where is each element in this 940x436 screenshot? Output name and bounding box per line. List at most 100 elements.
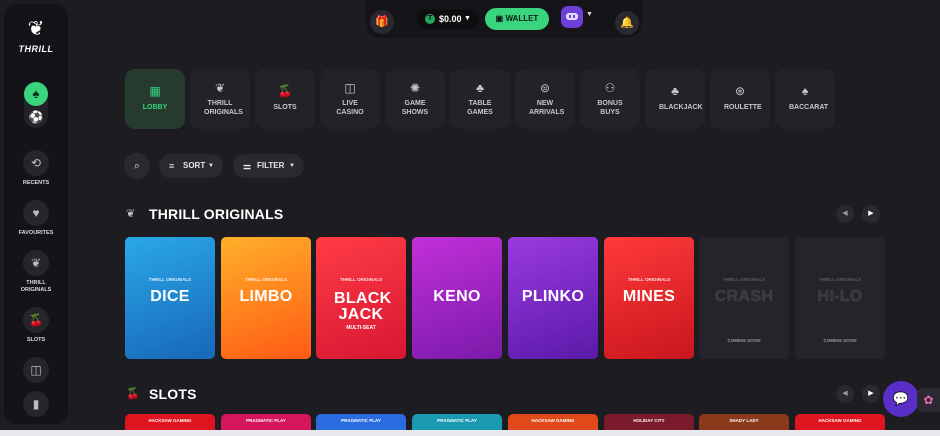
category-icon: ♣: [476, 81, 484, 95]
slots-next-arrow[interactable]: ▶: [862, 385, 880, 403]
sidebar-item-recents[interactable]: ⟲ RECENTS: [4, 150, 68, 187]
category-label: BONUS BUYS: [597, 100, 623, 116]
category-icon: ♣: [671, 84, 679, 98]
flower-icon: ✿: [923, 393, 934, 407]
tab-new-arrivals[interactable]: ⊜ NEW ARRIVALS: [515, 69, 575, 129]
tab-blackjack[interactable]: ♣ BLACKJACK: [645, 69, 705, 129]
tab-bonus-buys[interactable]: ⚇ BONUS BUYS: [580, 69, 640, 129]
game-card-mines[interactable]: THRILL ORIGINALS MINES: [604, 237, 694, 359]
balance-amount: $0.00: [439, 14, 462, 24]
slot-provider-label: HACKSAW GAMING: [818, 418, 862, 423]
search-button[interactable]: ⌕: [124, 153, 150, 179]
category-label: ROULETTE: [724, 104, 762, 111]
casino-sports-toggle[interactable]: ♠ ⚽: [24, 82, 48, 128]
casino-spade-icon[interactable]: ♠: [24, 82, 48, 106]
game-card-hi-lo[interactable]: THRILL ORIGINALS HI-LO COMING SOON: [795, 237, 885, 359]
chat-icon: 💬: [892, 391, 910, 406]
recents-icon: ⟲: [23, 150, 49, 176]
filter-button[interactable]: ⚌ FILTER ▼: [233, 154, 304, 178]
coming-soon-label: COMING SOON: [823, 338, 857, 343]
category-icon: ⊛: [734, 84, 746, 98]
game-card-provider: THRILL ORIGINALS: [244, 277, 288, 282]
chat-side-tab[interactable]: ✿: [917, 388, 940, 412]
category-icon: ⚇: [604, 81, 616, 95]
sidebar-item-label: RECENTS: [22, 180, 50, 186]
category-icon: ❦: [214, 81, 226, 95]
sidebar-item-favourites[interactable]: ♥ FAVOURITES: [4, 200, 68, 237]
slots-prev-arrow[interactable]: ◀: [836, 385, 854, 403]
category-label: GAME SHOWS: [401, 100, 429, 116]
slot-provider-label: HACKSAW GAMING: [148, 418, 192, 423]
slot-provider-label: PRAGMATIC PLAY: [341, 418, 381, 423]
category-label: TABLE GAMES: [467, 100, 493, 116]
originals-prev-arrow[interactable]: ◀: [836, 205, 854, 223]
cherry-icon: 🍒: [23, 307, 49, 333]
sort-label: SORT: [183, 161, 206, 170]
game-card-title: DICE: [150, 288, 190, 305]
game-card-provider: THRILL ORIGINALS: [627, 277, 671, 282]
category-label: LIVE CASINO: [336, 100, 364, 116]
sidebar-item-slots[interactable]: 🍒 SLOTS: [4, 307, 68, 344]
avatar-chevron-down-icon[interactable]: ▼: [586, 11, 593, 18]
brand-name: THRILL: [18, 44, 54, 54]
tab-table-games[interactable]: ♣ TABLE GAMES: [450, 69, 510, 129]
game-card-title: HI-LO: [817, 288, 863, 305]
sort-icon: ≡: [169, 161, 175, 171]
thrill-originals-icon: ❦: [126, 208, 136, 220]
tab-slots[interactable]: 🍒 SLOTS: [255, 69, 315, 129]
game-card-title: BLACK JACK: [334, 290, 392, 323]
brand-logo[interactable]: ❦ THRILL: [4, 18, 68, 54]
section-title-slots: SLOTS: [149, 386, 197, 402]
wallet-button[interactable]: ▣ WALLET: [485, 8, 549, 30]
game-card-keno[interactable]: KENO: [412, 237, 502, 359]
sidebar-item-label: SLOTS: [26, 337, 46, 343]
sidebar: ❦ THRILL ♠ ⚽ ⟲ RECENTS ♥ FAVOURITES ❦ TH…: [4, 4, 68, 424]
wallet-label: WALLET: [505, 14, 539, 23]
game-card-provider: THRILL ORIGINALS: [722, 277, 766, 282]
game-card-black-jack[interactable]: THRILL ORIGINALS BLACK JACK MULTI-SEAT: [316, 237, 406, 359]
game-card-crash[interactable]: THRILL ORIGINALS CRASH COMING SOON: [699, 237, 789, 359]
category-icon: ⊜: [539, 81, 551, 95]
avatar[interactable]: [561, 6, 583, 28]
filter-label: FILTER: [257, 161, 285, 170]
sidebar-item-live-casino[interactable]: ◫: [4, 357, 68, 383]
tab-thrill-originals[interactable]: ❦ THRILL ORIGINALS: [190, 69, 250, 129]
search-icon: ⌕: [133, 160, 141, 172]
cherry-icon: 🍒: [126, 388, 140, 400]
originals-next-arrow[interactable]: ▶: [862, 205, 880, 223]
sidebar-item-label: THRILL ORIGINALS: [20, 280, 52, 293]
tab-lobby[interactable]: ▦ LOBBY: [125, 69, 185, 129]
tab-game-shows[interactable]: ✺ GAME SHOWS: [385, 69, 445, 129]
game-card-provider: THRILL ORIGINALS: [148, 277, 192, 282]
category-icon: ✺: [409, 81, 421, 95]
section-title-originals: THRILL ORIGINALS: [149, 206, 284, 222]
tab-roulette[interactable]: ⊛ ROULETTE: [710, 69, 770, 129]
sort-button[interactable]: ≡ SORT ▼: [159, 154, 223, 178]
sports-ball-icon[interactable]: ⚽: [24, 106, 48, 128]
game-card-provider: THRILL ORIGINALS: [818, 277, 862, 282]
chevron-down-icon: ▼: [289, 163, 295, 169]
sidebar-item-game-shows[interactable]: ▮: [4, 391, 68, 417]
game-card-plinko[interactable]: PLINKO: [508, 237, 598, 359]
tab-baccarat[interactable]: ♠ BACCARAT: [775, 69, 835, 129]
filter-icon: ⚌: [243, 161, 252, 171]
slot-provider-label: PRAGMATIC PLAY: [437, 418, 477, 423]
chat-button[interactable]: 💬: [883, 381, 919, 417]
bell-icon[interactable]: 🔔: [615, 11, 639, 35]
category-icon: ♠: [801, 84, 809, 98]
coming-soon-label: COMING SOON: [727, 338, 761, 343]
sidebar-item-thrill-originals[interactable]: ❦ THRILL ORIGINALS: [4, 250, 68, 294]
tab-live-casino[interactable]: ◫ LIVE CASINO: [320, 69, 380, 129]
game-card-limbo[interactable]: THRILL ORIGINALS LIMBO: [221, 237, 311, 359]
gift-icon[interactable]: 🎁: [370, 10, 394, 34]
sidebar-item-label: FAVOURITES: [18, 230, 54, 236]
os-taskbar: [0, 430, 940, 436]
balance-selector[interactable]: T $0.00 ▼: [417, 9, 479, 29]
game-card-provider: THRILL ORIGINALS: [339, 277, 383, 282]
game-card-title: PLINKO: [521, 288, 585, 305]
heart-icon: ♥: [23, 200, 49, 226]
category-label: BACCARAT: [789, 104, 829, 111]
chevron-down-icon: ▼: [464, 15, 471, 22]
thrill-originals-icon: ❦: [23, 250, 49, 276]
game-card-dice[interactable]: THRILL ORIGINALS DICE: [125, 237, 215, 359]
